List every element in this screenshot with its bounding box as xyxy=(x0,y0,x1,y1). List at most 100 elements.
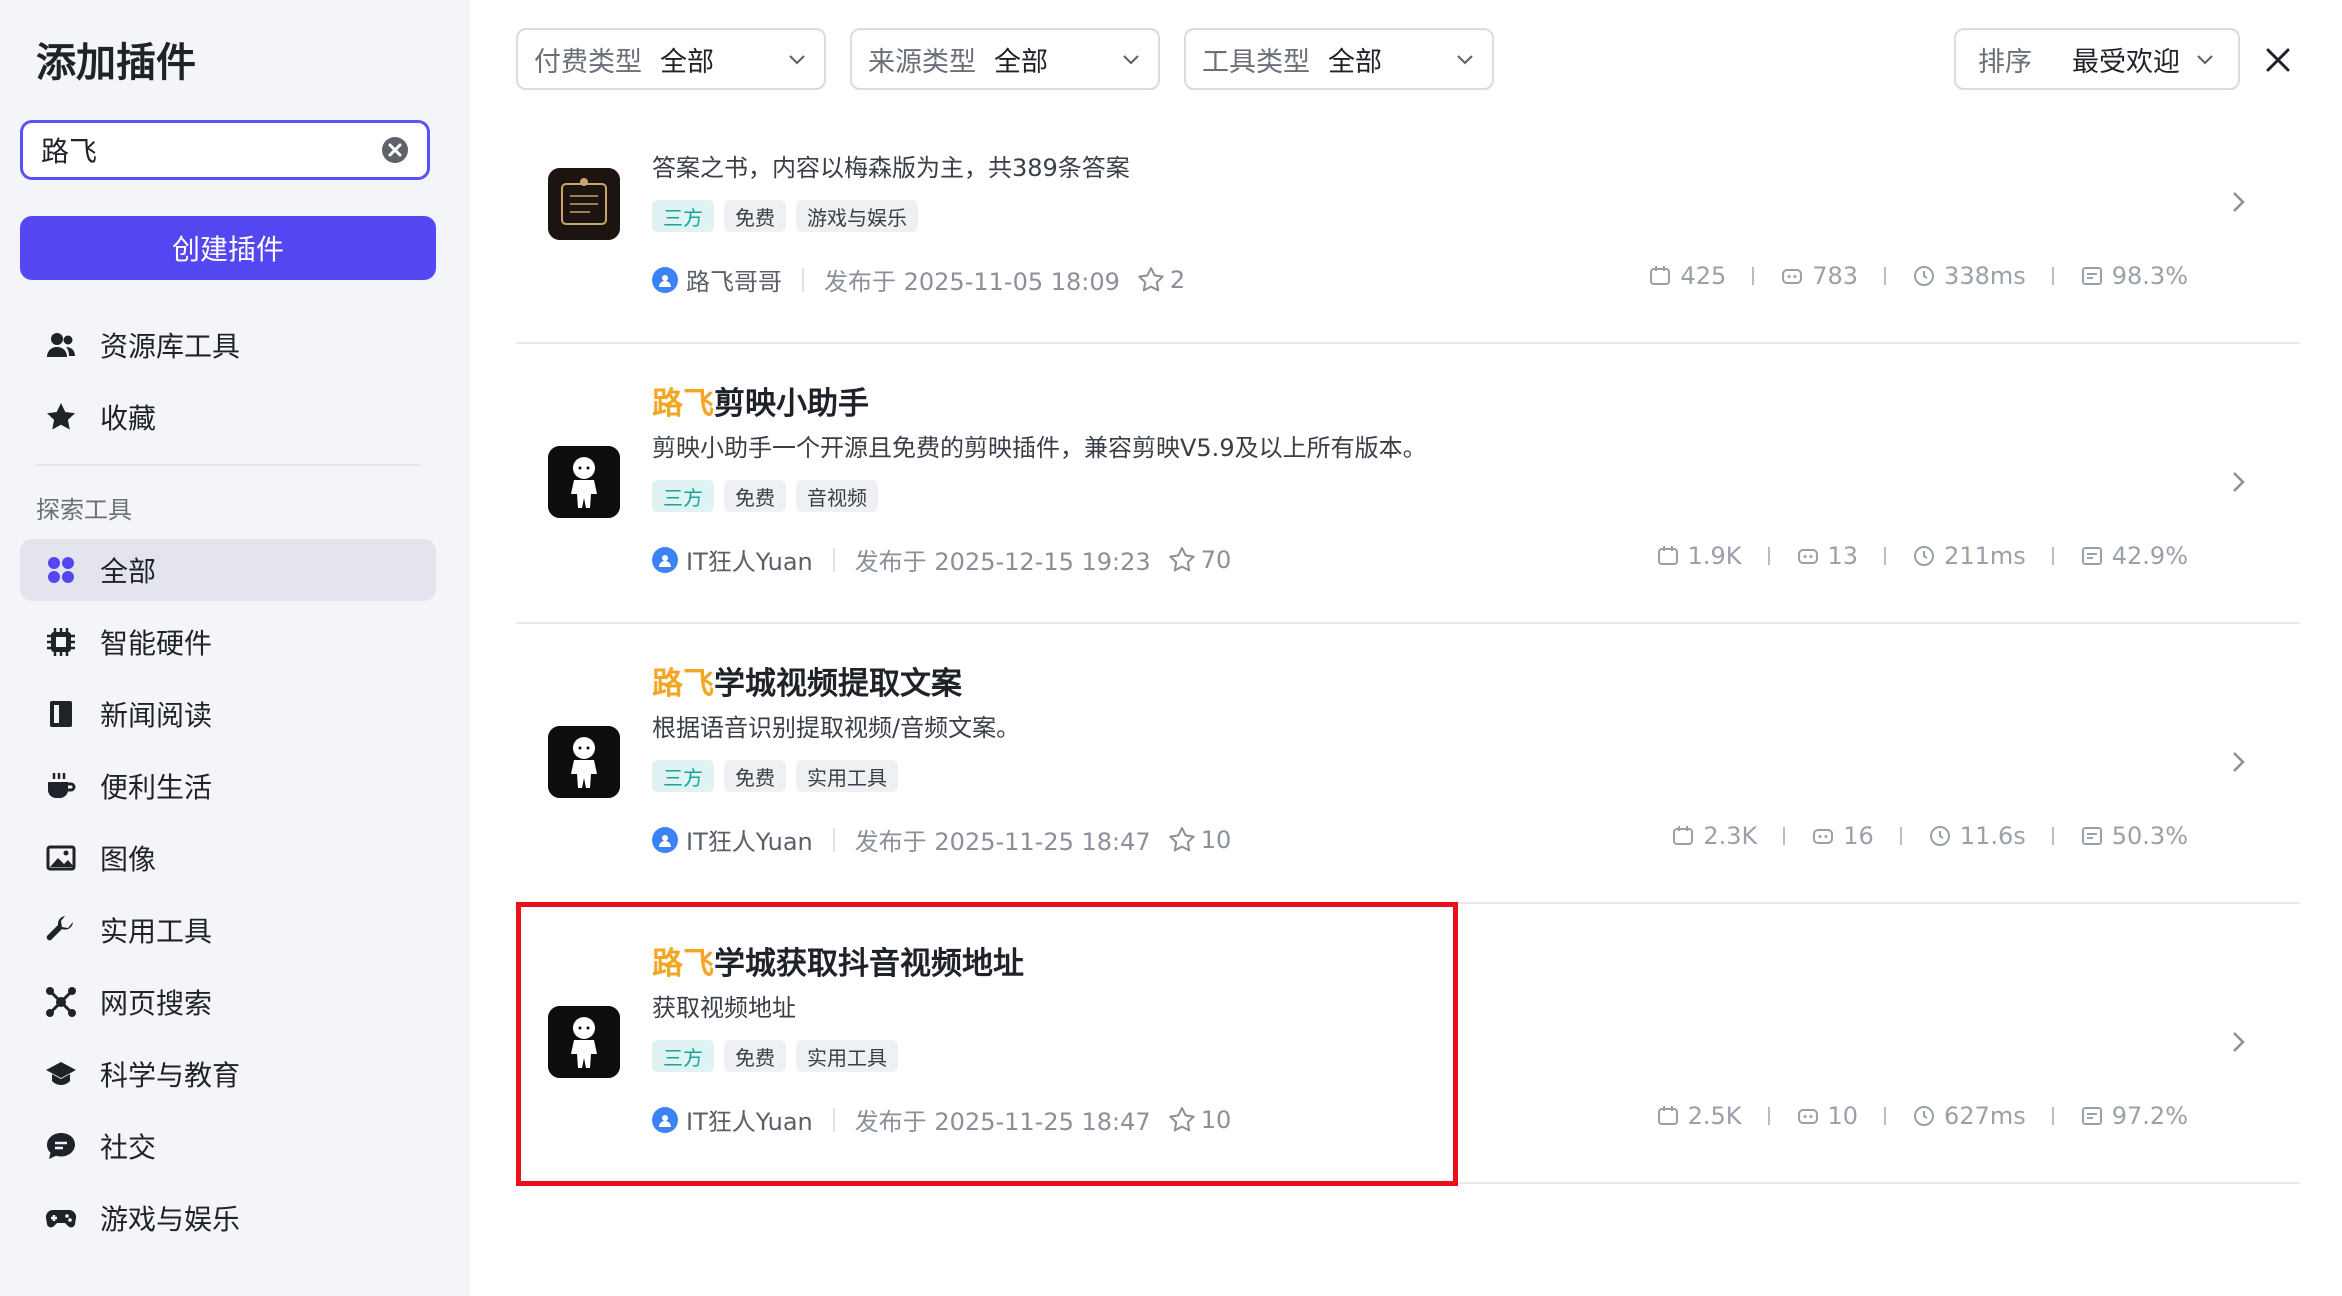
tag-source: 三方 xyxy=(652,200,714,232)
sidebar-item-label: 图像 xyxy=(100,843,157,876)
star-count: 2 xyxy=(1169,265,1186,294)
filter-label: 付费类型 xyxy=(534,46,642,78)
stat-bots: 13 xyxy=(1827,542,1859,570)
book-of-answers-logo xyxy=(548,168,620,240)
stat-latency: 11.6s xyxy=(1959,822,2026,850)
avatar xyxy=(652,266,678,293)
sidebar-item-label: 社交 xyxy=(100,1131,157,1164)
sidebar-item-news[interactable]: 新闻阅读 xyxy=(20,683,436,745)
plugin-card[interactable]: 答案之书，内容以梅森版为主，共389条答案 三方 免费 游戏与娱乐 路飞哥哥 发… xyxy=(516,100,2300,346)
publish-time: 发布于 2025-11-05 18:09 xyxy=(824,268,1120,296)
clear-icon[interactable] xyxy=(381,136,409,164)
filter-label: 工具类型 xyxy=(1202,46,1310,78)
tag-source: 三方 xyxy=(652,480,714,512)
plugin-tags: 三方 免费 游戏与娱乐 xyxy=(652,200,918,232)
tag-price: 免费 xyxy=(724,480,786,512)
tag-category: 音视频 xyxy=(796,480,878,512)
payment-type-filter[interactable]: 付费类型 全部 xyxy=(516,28,826,90)
plugin-title[interactable]: 路飞剪映小助手 xyxy=(652,378,869,423)
chevron-right-icon[interactable] xyxy=(2224,188,2252,216)
publish-time: 发布于 2025-11-25 18:47 xyxy=(854,828,1151,856)
sidebar-item-label: 网页搜索 xyxy=(100,987,213,1020)
stat-success: 98.3% xyxy=(2111,262,2188,290)
title-text: 学城视频提取文案 xyxy=(714,666,962,702)
stat-success: 50.3% xyxy=(2111,822,2188,850)
chip-icon xyxy=(44,625,78,659)
sidebar-item-games[interactable]: 游戏与娱乐 xyxy=(20,1187,436,1249)
close-icon[interactable] xyxy=(2260,42,2296,78)
sidebar-item-image[interactable]: 图像 xyxy=(20,827,436,889)
star-icon[interactable] xyxy=(1167,545,1197,575)
author-name[interactable]: 路飞哥哥 xyxy=(686,262,782,297)
plugin-meta: 路飞哥哥 发布于 2025-11-05 18:09 2 xyxy=(652,262,1185,297)
plugin-meta: IT狂人Yuan 发布于 2025-12-15 19:23 70 xyxy=(652,542,1231,577)
success-rate-icon xyxy=(2081,547,2102,565)
sidebar-item-favorites[interactable]: 收藏 xyxy=(20,386,436,448)
author-name[interactable]: IT狂人Yuan xyxy=(686,822,813,857)
sidebar-item-label: 实用工具 xyxy=(100,915,213,948)
title-text: 剪映小助手 xyxy=(714,386,869,422)
plugin-description: 根据语音识别提取视频/音频文案。 xyxy=(652,714,1021,742)
author-name[interactable]: IT狂人Yuan xyxy=(686,542,813,577)
sidebar-item-library[interactable]: 资源库工具 xyxy=(20,314,436,376)
filter-value: 全部 xyxy=(1328,46,1382,78)
sidebar-item-life[interactable]: 便利生活 xyxy=(20,755,436,817)
sidebar-item-label: 新闻阅读 xyxy=(100,699,213,732)
plugin-card[interactable]: 路飞学城视频提取文案 根据语音识别提取视频/音频文案。 三方 免费 实用工具 I… xyxy=(516,624,2300,904)
stat-latency: 211ms xyxy=(1944,542,2026,570)
calls-icon xyxy=(1657,1106,1678,1125)
create-plugin-button[interactable]: 创建插件 xyxy=(20,216,436,280)
tag-category: 实用工具 xyxy=(796,760,898,792)
tag-price: 免费 xyxy=(724,200,786,232)
sidebar-item-label: 收藏 xyxy=(100,402,157,435)
sidebar-item-label: 智能硬件 xyxy=(100,627,213,660)
avatar xyxy=(652,546,678,573)
bot-icon xyxy=(1797,549,1818,564)
calls-icon xyxy=(1650,266,1671,285)
clock-icon xyxy=(1914,1106,1935,1126)
sort-dropdown[interactable]: 排序 最受欢迎 xyxy=(1954,28,2240,90)
search-value[interactable]: 路飞 xyxy=(41,130,381,170)
sidebar-item-social[interactable]: 社交 xyxy=(20,1115,436,1177)
network-icon xyxy=(44,985,78,1019)
star-icon[interactable] xyxy=(1167,825,1197,855)
source-type-filter[interactable]: 来源类型 全部 xyxy=(850,28,1160,90)
chevron-right-icon[interactable] xyxy=(2224,468,2252,496)
sidebar-item-label: 科学与教育 xyxy=(100,1059,241,1092)
character-logo xyxy=(548,446,620,518)
plugin-stats: 2.3K 16 11.6s 50.3% xyxy=(1671,822,2188,850)
plugin-meta: IT狂人Yuan 发布于 2025-11-25 18:47 10 xyxy=(652,822,1231,857)
sidebar-item-web-search[interactable]: 网页搜索 xyxy=(20,971,436,1033)
grid-icon xyxy=(44,553,78,587)
plugin-title[interactable]: 路飞学城视频提取文案 xyxy=(652,658,962,703)
publish-time: 发布于 2025-12-15 19:23 xyxy=(854,548,1151,576)
sidebar-item-hardware[interactable]: 智能硬件 xyxy=(20,611,436,673)
image-icon xyxy=(44,841,78,875)
users-icon xyxy=(44,328,78,362)
sidebar-item-label: 游戏与娱乐 xyxy=(100,1203,241,1236)
chevron-right-icon[interactable] xyxy=(2224,1028,2252,1056)
plugin-description: 答案之书，内容以梅森版为主，共389条答案 xyxy=(652,154,1130,182)
meta-divider xyxy=(832,827,835,852)
success-rate-icon xyxy=(2081,267,2102,285)
plugin-stats: 1.9K 13 211ms 42.9% xyxy=(1656,542,2188,570)
stat-bots: 16 xyxy=(1843,822,1874,850)
coffee-icon xyxy=(44,769,78,803)
stat-success: 97.2% xyxy=(2111,1102,2188,1130)
gamepad-icon xyxy=(44,1201,78,1235)
chevron-right-icon[interactable] xyxy=(2224,748,2252,776)
sidebar-item-utilities[interactable]: 实用工具 xyxy=(20,899,436,961)
panel-title: 添加插件 xyxy=(36,40,196,86)
book-icon xyxy=(44,697,78,731)
plugin-card[interactable]: 路飞剪映小助手 剪映小助手一个开源且免费的剪映插件，兼容剪映V5.9及以上所有版… xyxy=(516,344,2300,624)
star-icon[interactable] xyxy=(1136,265,1166,295)
tag-source: 三方 xyxy=(652,760,714,792)
search-input[interactable]: 路飞 xyxy=(20,120,430,180)
sidebar-item-education[interactable]: 科学与教育 xyxy=(20,1043,436,1105)
meta-divider xyxy=(832,547,835,572)
graduation-cap-icon xyxy=(44,1057,78,1091)
tool-type-filter[interactable]: 工具类型 全部 xyxy=(1184,28,1494,90)
plugin-stats: 425 783 338ms 98.3% xyxy=(1648,262,2188,290)
sidebar-item-all[interactable]: 全部 xyxy=(20,539,436,601)
bot-icon xyxy=(1797,1109,1818,1124)
